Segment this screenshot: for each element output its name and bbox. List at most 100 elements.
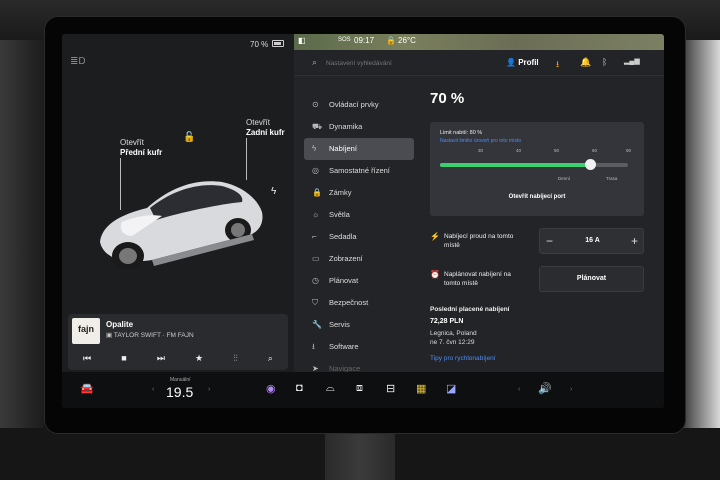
software-update-icon[interactable]: ⭳ [556, 57, 559, 73]
slider-tick-label: 30 [478, 148, 484, 153]
frunk-label-target: Přední kufr [120, 148, 163, 157]
next-track-icon[interactable]: ⏭ [157, 353, 165, 364]
temp-down-arrow[interactable]: ‹ [152, 386, 154, 393]
favorite-star-icon[interactable]: ★ [195, 353, 203, 364]
menu-item-6[interactable]: ⌐ Sedadla [304, 226, 414, 248]
trunk-label-action: Otevřít [246, 118, 271, 127]
charge-limit-knob[interactable] [585, 159, 597, 170]
sos-label: SOS [338, 37, 351, 43]
charge-limit-ticks: 30 40 50 60 90 [440, 148, 634, 156]
menu-item-label: Zobrazení [329, 254, 363, 263]
status-bar: ◧ SOS 09:17 🔒 26°C [294, 36, 664, 48]
sun-icon: ☼ [312, 210, 320, 219]
menu-item-0[interactable]: ⊙ Ovládací prvky [304, 94, 414, 116]
set-location-limit-link[interactable]: Nastavit limitní úroveň pro toto místo [440, 138, 521, 144]
headlight-icon[interactable]: ≣D [70, 56, 86, 67]
charge-limit-slider[interactable] [440, 159, 628, 170]
temp-up-arrow[interactable]: › [208, 386, 210, 393]
toybox-app-icon[interactable]: ◪ [446, 382, 456, 395]
last-paid-charge-amount: 72,28 PLN [430, 318, 464, 325]
notification-bell-icon[interactable]: 🔔 [580, 57, 591, 68]
front-defrost-icon[interactable]: ⧈ [356, 382, 363, 395]
search-icon[interactable]: ⌕ [268, 353, 273, 364]
climate-mode-label: Manuální [170, 377, 191, 383]
menu-item-1[interactable]: ⛟ Dynamika [304, 116, 414, 138]
menu-item-3[interactable]: ◎ Samostatné řízení [304, 160, 414, 182]
charging-current-label-line1: Nabíjecí proud na tomto [444, 233, 514, 240]
album-art[interactable]: fajn [72, 318, 100, 344]
volume-up-arrow[interactable]: › [570, 386, 572, 393]
settings-search-input[interactable] [326, 56, 476, 70]
charge-level-title: 70 % [430, 90, 465, 107]
camera-app-icon[interactable]: ◉ [266, 382, 276, 395]
profile-button[interactable]: 👤 Profil [506, 58, 539, 67]
menu-item-8[interactable]: ◷ Plánovat [304, 270, 414, 292]
clock-icon: ◷ [312, 276, 319, 285]
charging-current-stepper: − 16 A + [539, 228, 644, 254]
menu-item-5[interactable]: ☼ Světla [304, 204, 414, 226]
open-frunk-button[interactable]: Otevřít Přední kufr [120, 138, 162, 158]
settings-topbar: ⌕ 👤 Profil ⭳ 🔔 ᛒ ▂▄▆ [294, 50, 664, 76]
open-trunk-button[interactable]: Otevřít Zadní kufr [246, 118, 285, 138]
charging-plug-icon: ⚡ [430, 232, 440, 241]
battery-percent: 70 % [250, 40, 269, 49]
stop-icon[interactable]: ■ [121, 353, 126, 363]
previous-track-icon[interactable]: ⏮ [83, 353, 91, 364]
menu-item-2[interactable]: ϟ Nabíjení [304, 138, 414, 160]
charging-current-label-line2: místě [444, 242, 460, 249]
sentry-icon: ◧ [298, 36, 306, 45]
trip-label: Trasa [606, 176, 618, 181]
car-icon[interactable]: 🚘 [80, 382, 94, 395]
charge-port-bolt-icon[interactable]: ϟ [271, 186, 276, 197]
last-paid-charge-place: Legnica, Poland [430, 330, 477, 337]
cabin-temperature[interactable]: 19.5 [166, 384, 193, 400]
slider-tick-label: 60 [592, 148, 598, 153]
app-launcher-icon[interactable]: ▦ [416, 382, 426, 395]
menu-item-label: Dynamika [329, 122, 363, 131]
clock-time: 09:17 [354, 36, 375, 45]
menu-item-label: Sedadla [329, 232, 357, 241]
equalizer-icon[interactable]: ⫶⫶ [233, 353, 238, 364]
track-artist: TAYLOR SWIFT · FM FAJN [113, 332, 194, 339]
menu-item-label: Plánovat [329, 276, 359, 285]
bottom-dock: 🚘 ‹ Manuální 19.5 › ◉ ◘ ⌓ ⧈ ⊟ ▦ ◪ ‹ 🔊 › [62, 372, 664, 408]
menu-item-label: Zámky [329, 188, 352, 197]
menu-item-9[interactable]: ⛉ Bezpečnost [304, 292, 414, 314]
supercharging-tips-link[interactable]: Tipy pro rychlonabíjení [430, 355, 496, 362]
settings-menu: ⊙ Ovládací prvky ⛟ Dynamika ϟ Nabíjení ◎ Samost… [304, 94, 414, 380]
menu-item-label: Bezpečnost [329, 298, 369, 307]
tesla-screen: 70 % ≣D Otevřít Přední kufr Otevřít Zadn… [62, 34, 664, 408]
download-icon: ⭳ [312, 342, 315, 351]
menu-item-4[interactable]: 🔒 Zámky [304, 182, 414, 204]
track-subtitle: ▣ TAYLOR SWIFT · FM FAJN [106, 332, 194, 339]
menu-item-label: Ovládací prvky [329, 100, 379, 109]
charge-limit-text: Limit nabití: 80 % [440, 130, 483, 136]
car-icon: ⛟ [312, 122, 323, 131]
volume-down-arrow[interactable]: ‹ [518, 386, 520, 393]
dashcam-icon[interactable]: ◘ [296, 382, 303, 394]
volume-speaker-icon[interactable]: 🔊 [538, 382, 552, 395]
charging-current-label: ⚡ Nabíjecí proud na tomto místě [430, 232, 513, 250]
outside-temperature: 26°C [398, 36, 416, 45]
profile-label: Profil [518, 58, 539, 67]
schedule-button[interactable]: Plánovat [539, 266, 644, 292]
schedule-label-line2: tomto místě [444, 280, 478, 287]
unlock-icon[interactable]: 🔓 [183, 132, 195, 143]
menu-item-11[interactable]: ⭳ Software [304, 336, 414, 358]
menu-item-7[interactable]: ▭ Zobrazení [304, 248, 414, 270]
menu-item-label: Samostatné řízení [329, 166, 390, 175]
open-charge-port-button[interactable]: Otevřít nabíjecí port [430, 194, 644, 200]
menu-item-10[interactable]: 🔧 Servis [304, 314, 414, 336]
wiper-icon[interactable]: ⌓ [326, 382, 335, 395]
display-icon: ▭ [312, 254, 320, 263]
increase-current-button[interactable]: + [631, 234, 638, 248]
wrench-icon: 🔧 [312, 320, 322, 329]
screen-stand [325, 430, 395, 480]
lock-status-icon: 🔒 [386, 36, 396, 45]
shield-icon: ⛉ [312, 298, 318, 307]
battery-level-fill [440, 163, 591, 167]
trunk-label-target: Zadní kufr [246, 128, 285, 137]
rear-defrost-icon[interactable]: ⊟ [386, 382, 395, 395]
frunk-label-action: Otevřít [120, 138, 145, 147]
bluetooth-icon[interactable]: ᛒ [602, 57, 607, 67]
